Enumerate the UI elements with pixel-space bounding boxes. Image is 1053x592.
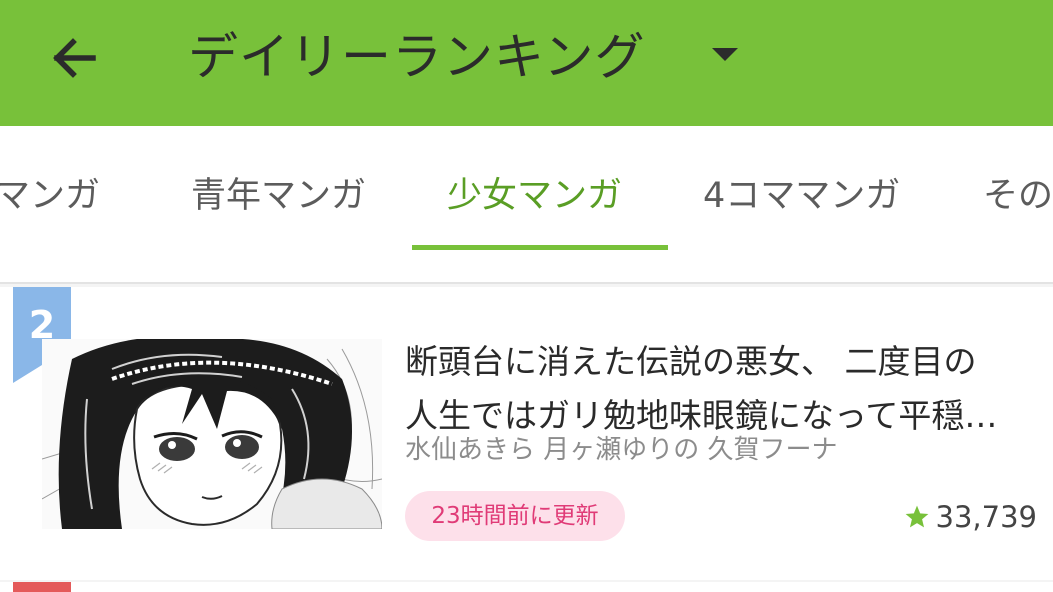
caret-down-icon	[712, 48, 738, 61]
ranking-dropdown-button[interactable]	[700, 30, 750, 80]
arrow-left-icon	[53, 38, 96, 78]
star-icon	[905, 505, 928, 528]
tab-4koma-manga[interactable]: 4コママンガ	[703, 166, 900, 226]
update-status-badge: 23時間前に更新	[405, 491, 625, 541]
manga-authors: 水仙あきら 月ヶ瀬ゆりの 久賀フーナ	[405, 435, 838, 465]
app-bar: デイリーランキング	[0, 0, 1053, 126]
active-tab-indicator	[412, 245, 668, 250]
tab-shoujo-manga[interactable]: 少女マンガ	[447, 166, 622, 226]
page-title[interactable]: デイリーランキング	[188, 22, 646, 92]
next-rank-ribbon-icon	[13, 582, 71, 592]
tab-partial-manga[interactable]: 年マンガ	[0, 166, 100, 226]
category-tabs: 年マンガ 青年マンガ 少女マンガ 4コママンガ その	[0, 126, 1053, 284]
back-button[interactable]	[44, 28, 104, 88]
ranking-list-item[interactable]: 2 断頭台に消えた伝説の悪女、 二度目の 人生ではガリ勉地味眼鏡になって平穏… …	[0, 287, 1053, 580]
rating: 33,739	[904, 495, 1037, 539]
manga-cover-thumbnail[interactable]	[42, 339, 382, 529]
next-ranking-list-item[interactable]	[0, 582, 1053, 592]
manga-title-line-1: 断頭台に消えた伝説の悪女、 二度目の	[405, 342, 977, 381]
tab-other[interactable]: その	[983, 166, 1053, 226]
rating-count: 33,739	[935, 500, 1037, 534]
manga-title[interactable]: 断頭台に消えた伝説の悪女、 二度目の 人生ではガリ勉地味眼鏡になって平穏…	[405, 335, 1035, 443]
manga-illustration	[42, 339, 382, 529]
tab-seinen-manga[interactable]: 青年マンガ	[191, 166, 366, 226]
